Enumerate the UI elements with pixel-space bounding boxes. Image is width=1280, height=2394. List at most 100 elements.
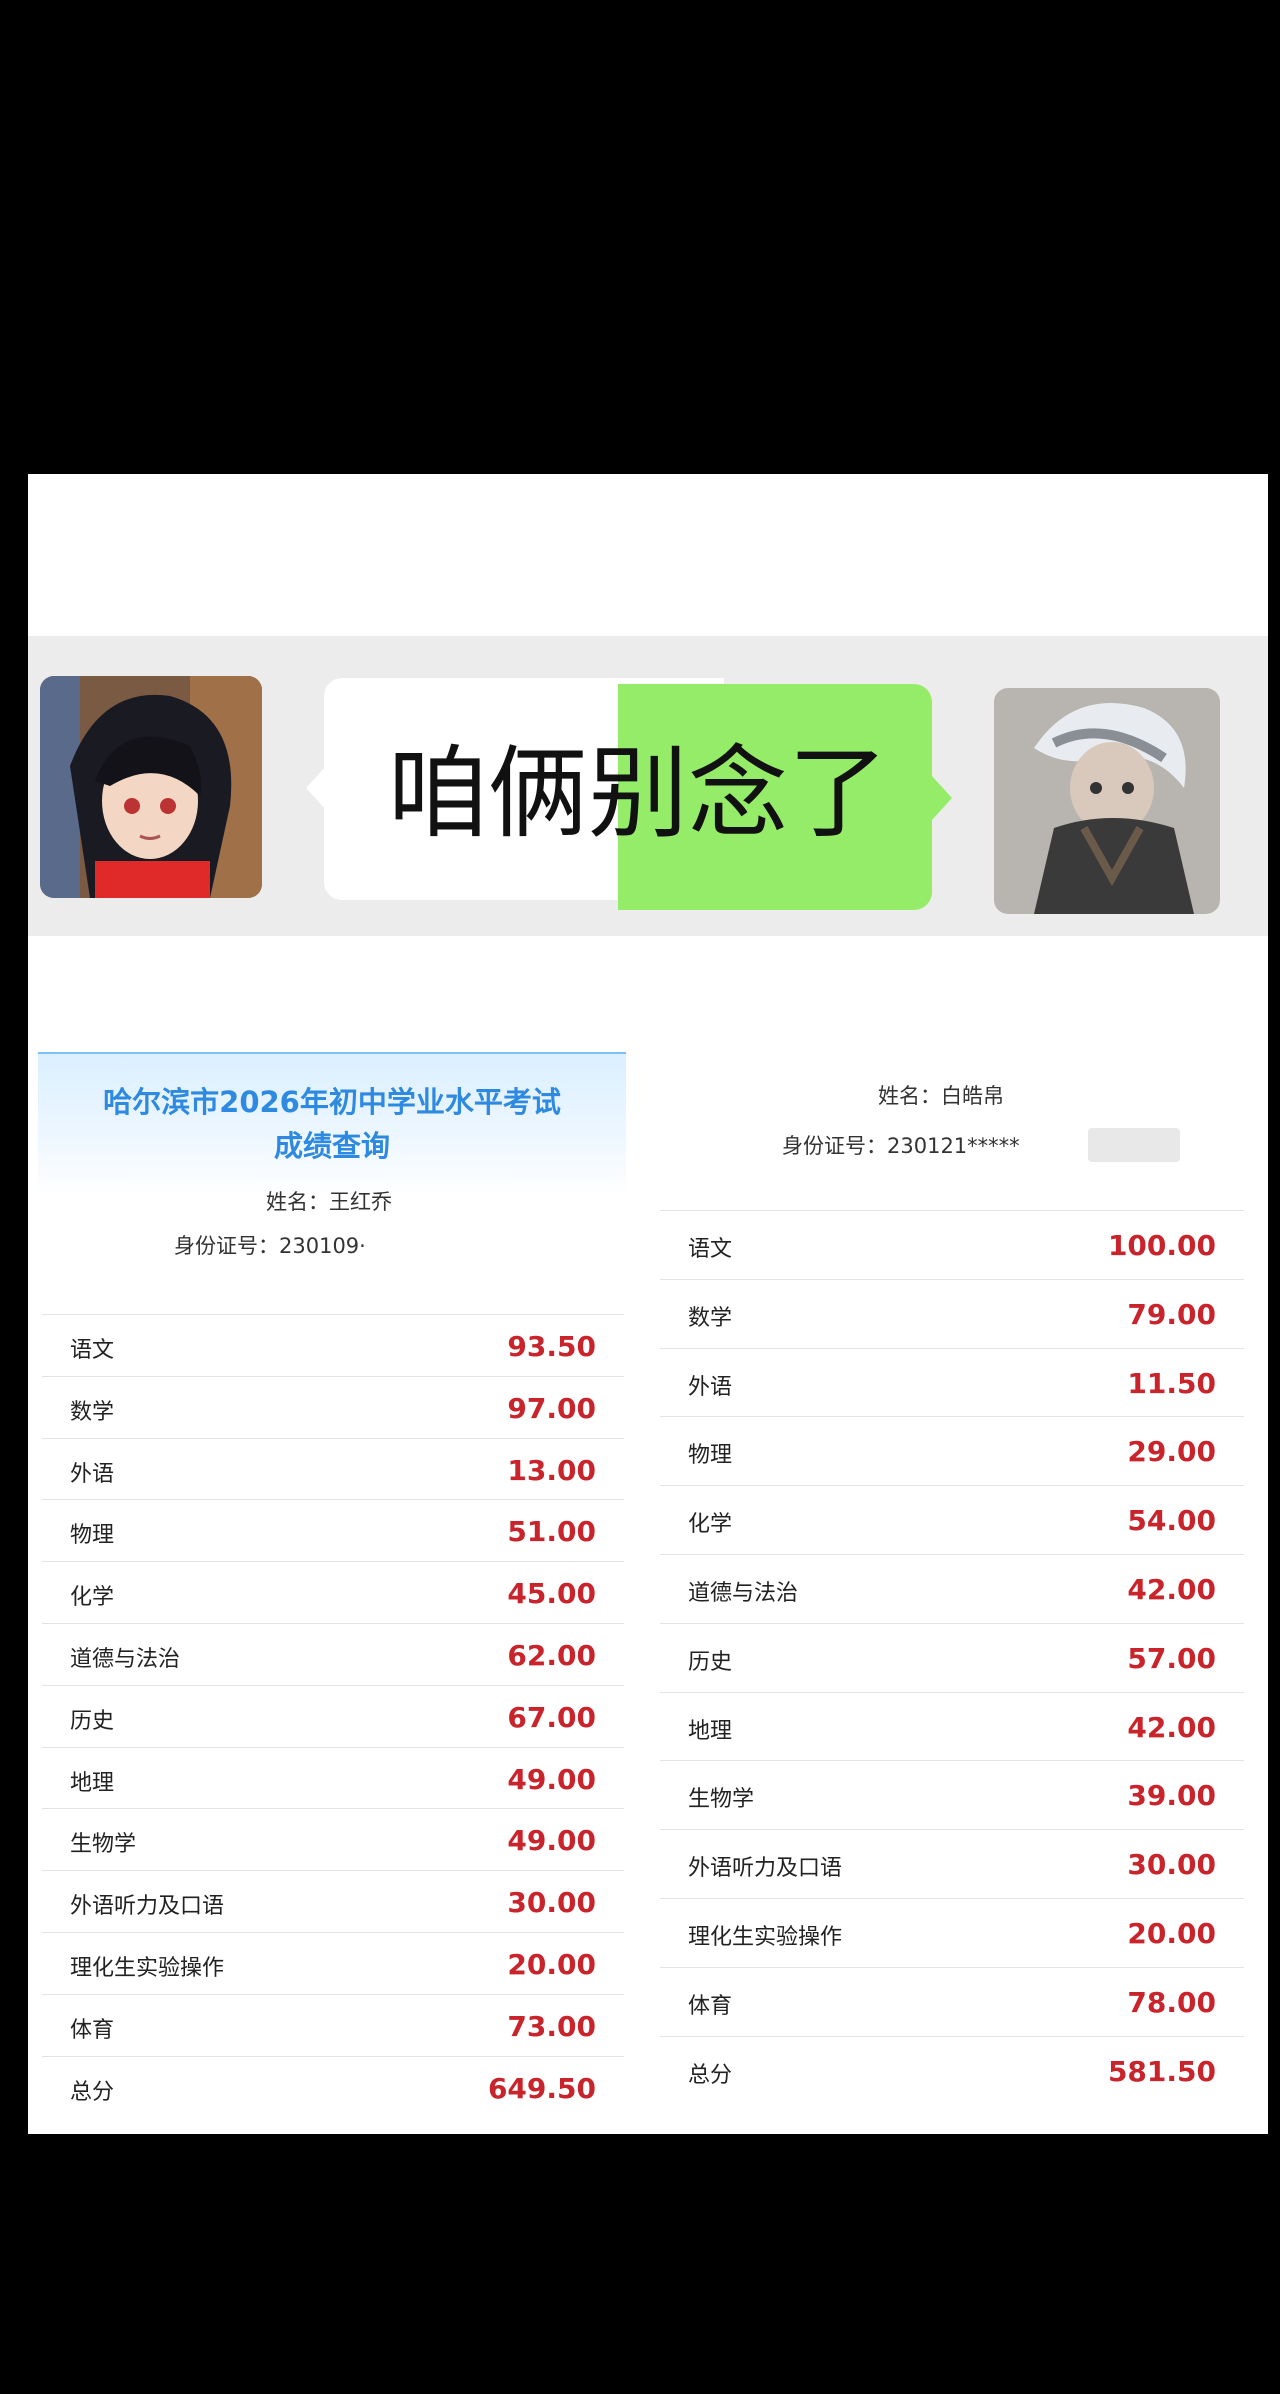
table-row: 体育 78.00 xyxy=(660,1966,1244,2037)
subject-name: 外语 xyxy=(70,1461,115,1487)
table-row: 总分 649.50 xyxy=(42,2055,624,2119)
id-label: 身份证号： xyxy=(782,1134,887,1158)
subject-score: 30.00 xyxy=(507,1886,596,1920)
subject-score: 54.00 xyxy=(1127,1504,1216,1538)
table-row: 外语听力及口语 30.00 xyxy=(660,1829,1244,1899)
left-card-header: 哈尔滨市2026年初中学业水平考试 成绩查询 xyxy=(38,1052,626,1196)
figure-avatar-icon xyxy=(994,688,1220,914)
name-label: 姓名： xyxy=(878,1084,941,1108)
subject-name: 道德与法治 xyxy=(70,1647,181,1672)
anime-boy-avatar-icon xyxy=(40,676,262,898)
subject-score: 39.00 xyxy=(1127,1779,1216,1813)
redaction-blur xyxy=(1088,1128,1180,1162)
table-row: 物理 29.00 xyxy=(660,1416,1244,1487)
subject-score: 79.00 xyxy=(1127,1297,1216,1331)
table-row: 历史 67.00 xyxy=(42,1684,624,1748)
table-row: 外语 13.00 xyxy=(42,1437,624,1501)
left-id-line: 身份证号：230109· xyxy=(174,1230,366,1260)
subject-score: 13.00 xyxy=(507,1453,596,1487)
subject-name: 总分 xyxy=(688,2062,733,2088)
right-id-line: 身份证号：230121***** xyxy=(782,1130,1020,1160)
table-row: 化学 54.00 xyxy=(660,1485,1244,1555)
subject-score: 11.50 xyxy=(1127,1366,1216,1400)
table-row: 外语听力及口语 30.00 xyxy=(42,1870,624,1933)
subject-score: 581.50 xyxy=(1107,2054,1216,2088)
subject-score: 93.50 xyxy=(507,1330,596,1363)
id-value: 230109· xyxy=(279,1234,366,1258)
id-value: 230121***** xyxy=(887,1134,1020,1158)
subject-name: 外语听力及口语 xyxy=(70,1894,225,1920)
subject-name: 语文 xyxy=(70,1338,115,1363)
subject-score: 73.00 xyxy=(507,2009,596,2043)
left-name-line: 姓名：王红乔 xyxy=(266,1186,392,1216)
table-row: 总分 581.50 xyxy=(660,2035,1244,2106)
table-row: 理化生实验操作 20.00 xyxy=(42,1932,624,1995)
table-row: 外语 11.50 xyxy=(660,1347,1244,1418)
subject-name: 道德与法治 xyxy=(688,1581,799,1606)
table-row: 数学 79.00 xyxy=(660,1278,1244,1349)
subject-name: 历史 xyxy=(688,1649,733,1675)
right-score-table: 语文 100.00 数学 79.00 外语 11.50 物理 29.00 化学 54.00 道德与法… xyxy=(660,1210,1244,2106)
chat-message: 咱俩别念了 xyxy=(388,735,888,852)
subject-score: 20.00 xyxy=(507,1948,596,1981)
subject-name: 外语听力及口语 xyxy=(688,1856,843,1882)
table-row: 数学 97.00 xyxy=(42,1375,624,1439)
subject-score: 45.00 xyxy=(507,1577,596,1611)
subject-name: 语文 xyxy=(688,1237,733,1262)
subject-score: 20.00 xyxy=(1127,1917,1216,1950)
subject-name: 生物学 xyxy=(688,1787,755,1813)
left-avatar[interactable] xyxy=(40,676,262,898)
table-row: 理化生实验操作 20.00 xyxy=(660,1898,1244,1968)
left-score-table: 语文 93.50 数学 97.00 外语 13.00 物理 51.00 化学 45.00 道德与法治… xyxy=(42,1314,624,2119)
table-row: 化学 45.00 xyxy=(42,1561,624,1624)
name-value: 王红乔 xyxy=(329,1190,392,1214)
card-title: 哈尔滨市2026年初中学业水平考试 成绩查询 xyxy=(38,1080,626,1168)
right-name-line: 姓名：白皓帛 xyxy=(878,1080,1004,1110)
table-row: 生物学 49.00 xyxy=(42,1808,624,1872)
subject-name: 地理 xyxy=(70,1770,115,1796)
subject-name: 化学 xyxy=(70,1585,115,1611)
id-label: 身份证号： xyxy=(174,1234,279,1258)
subject-name: 总分 xyxy=(70,2079,115,2105)
left-score-card: 哈尔滨市2026年初中学业水平考试 成绩查询 姓名：王红乔 身份证号：23010… xyxy=(38,1052,626,2120)
subject-name: 地理 xyxy=(688,1718,733,1744)
table-row: 生物学 39.00 xyxy=(660,1760,1244,1831)
card-title-line2: 成绩查询 xyxy=(273,1129,390,1163)
subject-name: 数学 xyxy=(688,1305,733,1331)
subject-score: 29.00 xyxy=(1127,1435,1216,1469)
subject-name: 化学 xyxy=(688,1512,733,1538)
subject-name: 理化生实验操作 xyxy=(688,1925,843,1950)
table-row: 道德与法治 62.00 xyxy=(42,1623,624,1686)
subject-score: 49.00 xyxy=(507,1824,596,1858)
table-row: 语文 93.50 xyxy=(42,1314,624,1377)
right-score-card: 姓名：白皓帛 身份证号：230121***** 语文 100.00 数学 79.00 外… xyxy=(646,1060,1260,2110)
subject-score: 49.00 xyxy=(507,1762,596,1796)
subject-score: 42.00 xyxy=(1127,1573,1216,1606)
subject-name: 生物学 xyxy=(70,1832,137,1858)
table-row: 地理 49.00 xyxy=(42,1746,624,1810)
subject-score: 97.00 xyxy=(507,1391,596,1425)
subject-name: 体育 xyxy=(688,1993,733,2019)
subject-name: 物理 xyxy=(688,1443,733,1469)
name-value: 白皓帛 xyxy=(941,1084,1004,1108)
subject-name: 物理 xyxy=(70,1523,115,1549)
subject-name: 历史 xyxy=(70,1708,115,1734)
table-row: 道德与法治 42.00 xyxy=(660,1554,1244,1624)
right-avatar[interactable] xyxy=(994,688,1220,914)
subject-score: 51.00 xyxy=(507,1515,596,1549)
subject-score: 62.00 xyxy=(507,1639,596,1672)
subject-score: 30.00 xyxy=(1127,1848,1216,1882)
table-row: 体育 73.00 xyxy=(42,1993,624,2057)
name-label: 姓名： xyxy=(266,1190,329,1214)
subject-score: 67.00 xyxy=(507,1700,596,1734)
subject-name: 外语 xyxy=(688,1374,733,1400)
subject-score: 42.00 xyxy=(1127,1710,1216,1744)
screenshot-sheet: 咱俩别念了 哈尔滨市2026年初中学业水平考试 成绩查询 姓名：王红乔 身份证号… xyxy=(28,474,1268,2134)
subject-name: 理化生实验操作 xyxy=(70,1956,225,1981)
subject-name: 数学 xyxy=(70,1399,115,1425)
subject-score: 100.00 xyxy=(1107,1229,1216,1262)
subject-name: 体育 xyxy=(70,2017,115,2043)
card-title-line1: 哈尔滨市2026年初中学业水平考试 xyxy=(103,1085,561,1119)
subject-score: 78.00 xyxy=(1127,1985,1216,2019)
table-row: 地理 42.00 xyxy=(660,1691,1244,1762)
